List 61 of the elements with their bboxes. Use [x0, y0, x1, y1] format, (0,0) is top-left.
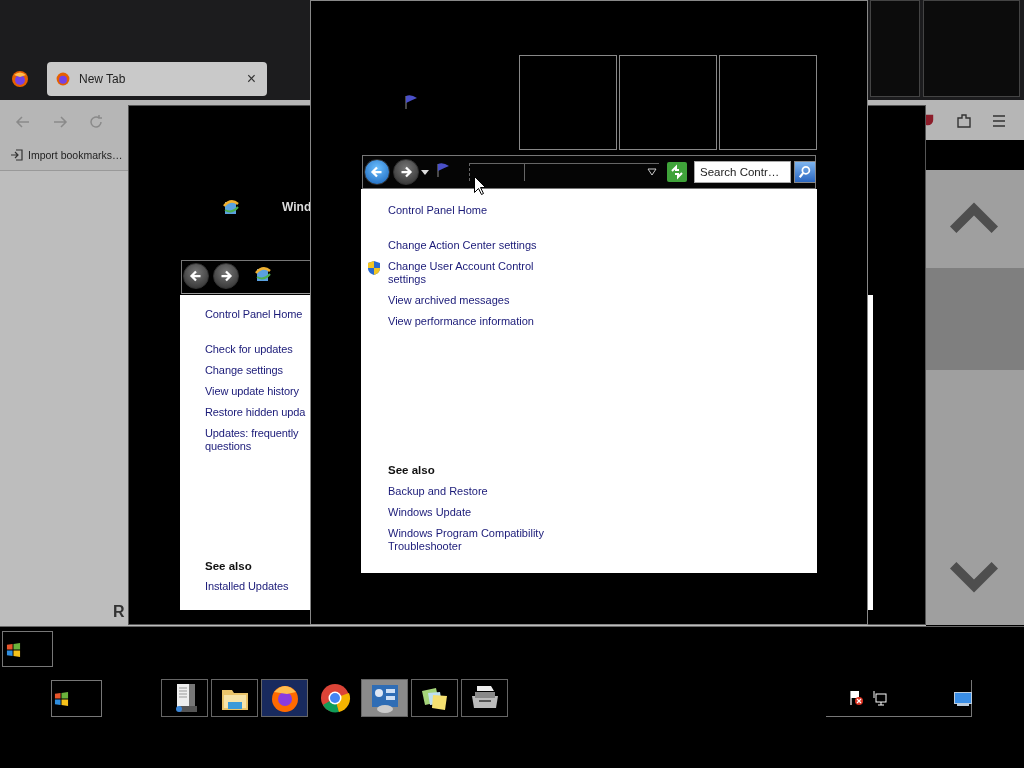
- network-icon[interactable]: [872, 690, 888, 706]
- page-heading: R: [113, 603, 125, 621]
- see-also-link[interactable]: Windows Program Compatibility Troubleshooter: [388, 527, 544, 553]
- taskbar-button[interactable]: [161, 679, 208, 717]
- task-link[interactable]: View performance information: [388, 315, 534, 328]
- tab-title: New Tab: [79, 72, 127, 86]
- taskbar-button[interactable]: [411, 679, 458, 717]
- task-link[interactable]: Change settings: [205, 364, 283, 377]
- shield-icon[interactable]: [926, 113, 935, 127]
- task-link[interactable]: Change Action Center settings: [388, 239, 537, 252]
- see-also-link[interactable]: Backup and Restore: [388, 485, 488, 498]
- chrome-icon: [318, 682, 351, 714]
- down-chevron-icon[interactable]: [950, 562, 998, 594]
- dropdown-icon[interactable]: [647, 168, 657, 176]
- task-link[interactable]: Updates: frequently questions: [205, 427, 299, 453]
- up-chevron-icon[interactable]: [950, 201, 998, 233]
- import-bookmarks-link[interactable]: Import bookmarks…: [10, 148, 123, 162]
- refresh-icon[interactable]: [667, 162, 687, 182]
- window-thumbnail[interactable]: [519, 55, 617, 150]
- update-icon: [254, 265, 272, 283]
- task-link[interactable]: Restore hidden upda: [205, 406, 306, 419]
- task-link[interactable]: Check for updates: [205, 343, 293, 356]
- update-icon: [222, 198, 240, 216]
- control-panel-home-link[interactable]: Control Panel Home: [205, 308, 303, 321]
- show-desktop-icon[interactable]: [954, 692, 972, 706]
- scroll-thumb[interactable]: [926, 268, 1024, 370]
- windows-logo-icon: [54, 691, 69, 706]
- window-title: Wind: [282, 200, 312, 214]
- see-also-heading: See also: [205, 560, 252, 572]
- mouse-cursor-icon: [474, 176, 486, 195]
- window-thumbnail[interactable]: [870, 0, 920, 97]
- taskbar-button[interactable]: [461, 679, 508, 717]
- see-also-link[interactable]: Installed Updates: [205, 580, 289, 593]
- close-tab-button[interactable]: ×: [243, 71, 259, 87]
- flag-error-icon[interactable]: [848, 690, 864, 706]
- taskbar-button[interactable]: [211, 679, 258, 717]
- search-icon: [798, 165, 812, 179]
- extensions-icon[interactable]: [955, 112, 973, 130]
- search-button[interactable]: [794, 161, 816, 183]
- window-thumbnail[interactable]: [619, 55, 717, 150]
- flag-icon: [435, 162, 451, 178]
- search-field[interactable]: Search Contr…: [694, 161, 791, 183]
- firefox-icon: [55, 71, 71, 87]
- see-also-link[interactable]: Windows Update: [388, 506, 472, 519]
- task-link[interactable]: View update history: [205, 385, 299, 398]
- browser-tab[interactable]: New Tab ×: [47, 62, 267, 96]
- task-link[interactable]: View archived messages: [388, 294, 510, 307]
- taskbar-button[interactable]: [261, 679, 308, 717]
- import-icon: [10, 148, 24, 162]
- window-thumbnail[interactable]: [719, 55, 817, 150]
- control-panel-home-link[interactable]: Control Panel Home: [388, 204, 488, 217]
- window-thumbnail[interactable]: [923, 0, 1020, 97]
- window-thumbnail[interactable]: [2, 631, 53, 667]
- task-link[interactable]: Change User Account Control settings: [388, 260, 534, 286]
- firefox-icon[interactable]: [10, 69, 30, 89]
- caret-icon[interactable]: [421, 170, 429, 176]
- menu-icon[interactable]: [991, 113, 1007, 129]
- start-button[interactable]: [51, 680, 102, 717]
- windows-logo-icon: [6, 641, 21, 657]
- see-also-heading: See also: [388, 464, 435, 476]
- flag-icon: [403, 94, 419, 110]
